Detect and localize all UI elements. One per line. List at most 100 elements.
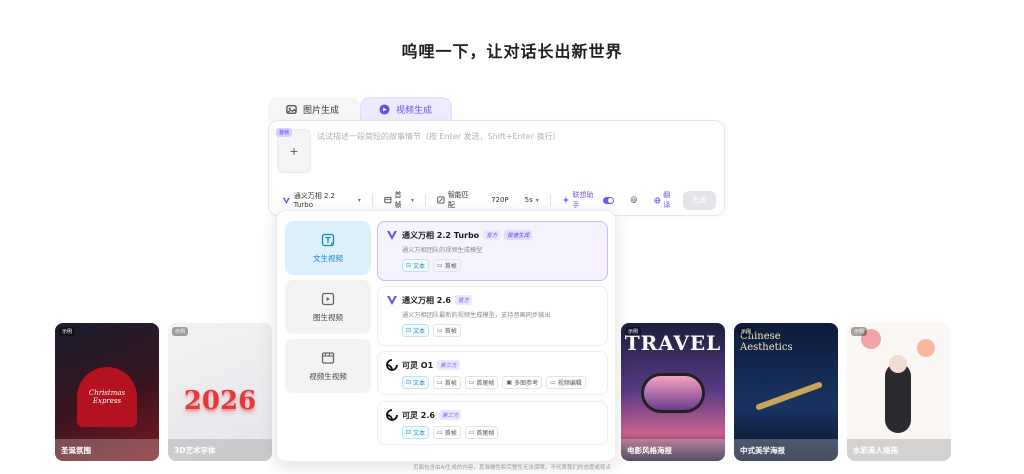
frame-icon: ▭ xyxy=(437,429,443,436)
frame-icon: ▭ xyxy=(437,379,443,386)
feature-label: 文本 xyxy=(413,380,426,387)
frame-icon: ▭ xyxy=(437,327,443,334)
feature-chip: ⊡ 文本 xyxy=(402,324,430,337)
gallery-tile[interactable]: TRAVEL 示例 电影风格海报 xyxy=(621,323,725,461)
frames-icon: ▭ xyxy=(468,429,475,436)
example-tag: 示例 xyxy=(851,327,868,336)
feature-label: 首帧 xyxy=(444,328,457,335)
model-dropdown: 文生视频 图生视频 视频生视频 通义万相 2.2 Turbo 官方 极速生成 通… xyxy=(276,210,616,462)
multi-image-icon: ▣ xyxy=(506,379,513,386)
chevron-down-icon: ▾ xyxy=(357,196,361,204)
feature-chip: ▭ 首帧 xyxy=(433,426,461,439)
model-option-kling-2-6[interactable]: 可灵 2.6 第三方 ⊡ 文本 ▭ 首帧 ▭ 首尾帧 xyxy=(377,401,608,445)
feature-chip: ▭ 首尾帧 xyxy=(464,426,499,439)
category-text-to-video[interactable]: 文生视频 xyxy=(285,221,371,275)
model-description: 通义万相团队的视频生成模型 xyxy=(402,247,483,254)
feature-label: 首尾帧 xyxy=(476,430,495,437)
category-video-to-video[interactable]: 视频生视频 xyxy=(285,339,371,393)
image-icon xyxy=(286,104,297,114)
model-tag: 第三方 xyxy=(438,410,462,420)
wan-logo-icon xyxy=(282,197,290,204)
model-option-wan-2-6[interactable]: 通义万相 2.6 官方 通义万相团队最新的视频生成模型，支持音画同步输出 ⊡ 文本… xyxy=(377,286,608,346)
feature-chip: ▭ 首帧 xyxy=(433,259,461,272)
prompt-input[interactable]: 试试描述一段简短的故事情节（按 Enter 发送，Shift+Enter 换行） xyxy=(317,131,560,142)
model-option-wan-2-2-turbo[interactable]: 通义万相 2.2 Turbo 官方 极速生成 通义万相团队的视频生成模型 ⊡ 文本… xyxy=(377,221,608,281)
text-icon: ⊡ xyxy=(406,429,412,436)
model-name: 可灵 2.6 xyxy=(402,410,435,420)
example-tag: 示例 xyxy=(625,327,642,336)
feature-chip: ⊡ 文本 xyxy=(402,426,430,439)
feature-label: 多图参考 xyxy=(514,380,539,387)
feature-chip: ▭ 视频编辑 xyxy=(546,376,586,389)
chevron-down-icon: ▾ xyxy=(535,196,539,204)
frame-selector[interactable]: 首帧 ▾ xyxy=(379,191,419,209)
smart-match-button[interactable]: 智能匹配 xyxy=(432,191,480,209)
model-tag: 第三方 xyxy=(437,360,460,370)
feature-label: 文本 xyxy=(413,328,426,335)
model-name: 可灵 O1 xyxy=(402,360,434,370)
wan-logo-icon xyxy=(387,296,397,305)
category-label: 视频生视频 xyxy=(309,371,347,381)
frame-icon: ▭ xyxy=(437,262,443,269)
toggle-switch[interactable] xyxy=(602,196,615,204)
kling-logo-icon xyxy=(386,409,398,421)
gallery-tile[interactable]: 2026 示例 3D艺术字体 xyxy=(168,323,272,461)
translate-button[interactable]: 翻译 xyxy=(654,190,676,210)
tile-art-text: Christmas Express xyxy=(88,389,126,405)
model-option-kling-o1[interactable]: 可灵 O1 第三方 ⊡ 文本 ▭ 首帧 ▭ 首尾帧 ▣ 多图参考 ▭ 视频编辑 xyxy=(377,351,608,395)
frames-icon: ▭ xyxy=(468,379,475,386)
kling-logo-icon xyxy=(386,359,398,371)
model-tag: 极速生成 xyxy=(504,230,533,240)
divider xyxy=(549,194,551,206)
gallery-tile[interactable]: Chinese Aesthetics 示例 中式美学海报 xyxy=(734,323,838,461)
resolution-selector[interactable]: 720P xyxy=(486,191,514,209)
wan-logo-icon xyxy=(387,231,397,240)
model-tag: 官方 xyxy=(483,230,501,240)
tab-image-generation[interactable]: 图片生成 xyxy=(268,97,360,121)
duration-selector[interactable]: 5s ▾ xyxy=(520,191,544,209)
ai-disclaimer: 页面包含由AI生成的内容，其准确性和完整性无法保障，不代表我们的态度或观点 xyxy=(413,465,611,471)
tile-caption: 中式美学海报 xyxy=(734,439,838,461)
model-name: 通义万相 2.2 Turbo xyxy=(402,230,480,240)
feature-label: 视频编辑 xyxy=(557,380,582,387)
tile-caption: 圣诞氛围 xyxy=(55,439,159,461)
plus-icon: + xyxy=(289,144,299,158)
text-icon: ⊡ xyxy=(406,327,412,334)
gallery-tile[interactable]: Christmas Express 示例 圣诞氛围 xyxy=(55,323,159,461)
model-selector-label: 通义万相 2.2 Turbo xyxy=(293,192,336,209)
feature-chip: ⊡ 文本 xyxy=(402,376,430,389)
mention-button[interactable]: @ xyxy=(625,191,642,209)
model-selector[interactable]: 通义万相 2.2 Turbo ▾ xyxy=(277,191,366,209)
gallery-tile[interactable]: 示例 水彩美人插画 xyxy=(847,323,951,461)
tile-caption: 电影风格海报 xyxy=(621,439,725,461)
tab-video-generation[interactable]: 视频生成 xyxy=(360,97,452,121)
assist-toggle[interactable]: 联想助手 xyxy=(557,191,620,209)
prompt-composer: 首帧 + 试试描述一段简短的故事情节（按 Enter 发送，Shift+Ente… xyxy=(268,120,725,216)
translate-label: 翻译 xyxy=(663,191,671,209)
chevron-down-icon: ▾ xyxy=(411,196,415,204)
feature-label: 首尾帧 xyxy=(476,380,495,387)
model-tag: 官方 xyxy=(454,295,472,305)
aspect-icon xyxy=(437,196,445,204)
composer-toolbar: 通义万相 2.2 Turbo ▾ 首帧 ▾ 智能匹配 720P 5s ▾ 联想助… xyxy=(277,190,716,210)
text-icon: ⊡ xyxy=(406,262,412,269)
assist-label: 联想助手 xyxy=(572,191,594,209)
video-icon xyxy=(379,104,390,115)
smart-match-label: 智能匹配 xyxy=(447,191,469,209)
example-tag: 示例 xyxy=(59,327,76,336)
frame-selector-label: 首帧 xyxy=(394,191,402,209)
tab-image-label: 图片生成 xyxy=(303,105,340,116)
tab-video-label: 视频生成 xyxy=(396,106,433,116)
feature-chip: ▭ 首帧 xyxy=(433,324,461,337)
feature-label: 首帧 xyxy=(444,380,457,387)
divider xyxy=(371,194,373,206)
generate-button[interactable]: 生成 xyxy=(682,190,716,210)
model-description: 通义万相团队最新的视频生成模型，支持音画同步输出 xyxy=(402,312,551,319)
page-headline: 呜哩一下，让对话长出新世界 xyxy=(401,42,623,61)
first-frame-upload[interactable]: 首帧 + xyxy=(276,128,311,173)
example-tag: 示例 xyxy=(738,327,755,336)
category-label: 图生视频 xyxy=(313,312,343,322)
category-image-to-video[interactable]: 图生视频 xyxy=(285,280,371,334)
example-tag: 示例 xyxy=(172,327,189,336)
video-edit-icon: ▭ xyxy=(550,379,556,386)
